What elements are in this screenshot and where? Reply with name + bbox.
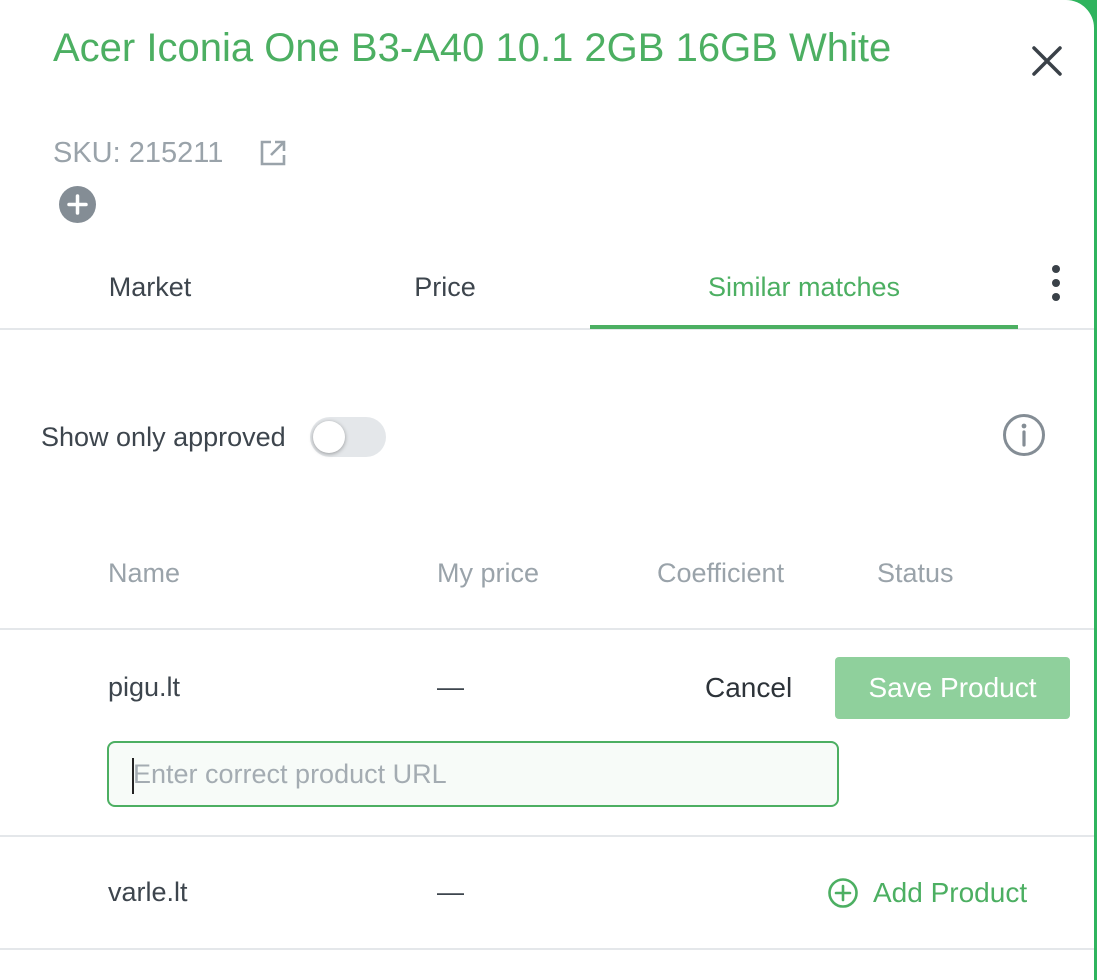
tab-price[interactable]: Price: [300, 260, 590, 328]
plus-circle-outline-icon: [828, 878, 858, 908]
row-name: pigu.lt: [108, 672, 181, 702]
show-only-approved-filter: Show only approved: [41, 416, 386, 458]
external-link-icon: [261, 140, 286, 166]
tab-market[interactable]: Market: [0, 260, 300, 328]
tab-similar-matches[interactable]: Similar matches: [590, 260, 1018, 328]
show-only-approved-label: Show only approved: [41, 421, 286, 452]
more-options-button[interactable]: [1040, 263, 1072, 303]
sku-row: SKU: 215211: [53, 134, 289, 172]
active-tab-indicator: [590, 325, 1018, 329]
product-url-input[interactable]: [107, 741, 839, 807]
column-header-name: Name: [108, 558, 181, 588]
toggle-knob: [312, 421, 345, 453]
table-row: varle.lt — Add Product: [0, 837, 1094, 950]
tab-bar: Market Price Similar matches: [0, 260, 1094, 330]
add-product-label: Add Product: [873, 877, 1028, 908]
show-only-approved-toggle[interactable]: [309, 417, 386, 457]
info-button[interactable]: [1002, 413, 1046, 457]
plus-circle-icon: [67, 194, 88, 215]
text-caret: [132, 758, 134, 794]
sku-label: SKU: 215211: [53, 136, 224, 169]
matches-table-header: Name My price Coefficient Status: [0, 552, 1094, 630]
column-header-coefficient: Coefficient: [657, 558, 785, 588]
add-tag-button[interactable]: [59, 186, 96, 223]
save-product-button[interactable]: Save Product: [835, 657, 1070, 719]
column-header-status: Status: [877, 558, 954, 588]
row-name: varle.lt: [108, 877, 188, 907]
close-button[interactable]: [1028, 42, 1066, 80]
product-detail-panel: Acer Iconia One B3-A40 10.1 2GB 16GB Whi…: [0, 0, 1094, 980]
info-icon: [1003, 414, 1045, 456]
cancel-button[interactable]: Cancel: [705, 672, 792, 704]
table-row: pigu.lt — Cancel Save Product: [0, 630, 1094, 837]
product-title: Acer Iconia One B3-A40 10.1 2GB 16GB Whi…: [53, 26, 892, 70]
row-my-price: —: [437, 672, 464, 702]
more-vertical-icon: [1052, 265, 1060, 301]
external-link-button[interactable]: [257, 137, 289, 169]
row-my-price: —: [437, 877, 464, 907]
close-icon: [1032, 46, 1062, 76]
column-header-my-price: My price: [437, 558, 540, 588]
add-product-button[interactable]: Add Product: [827, 877, 1027, 909]
